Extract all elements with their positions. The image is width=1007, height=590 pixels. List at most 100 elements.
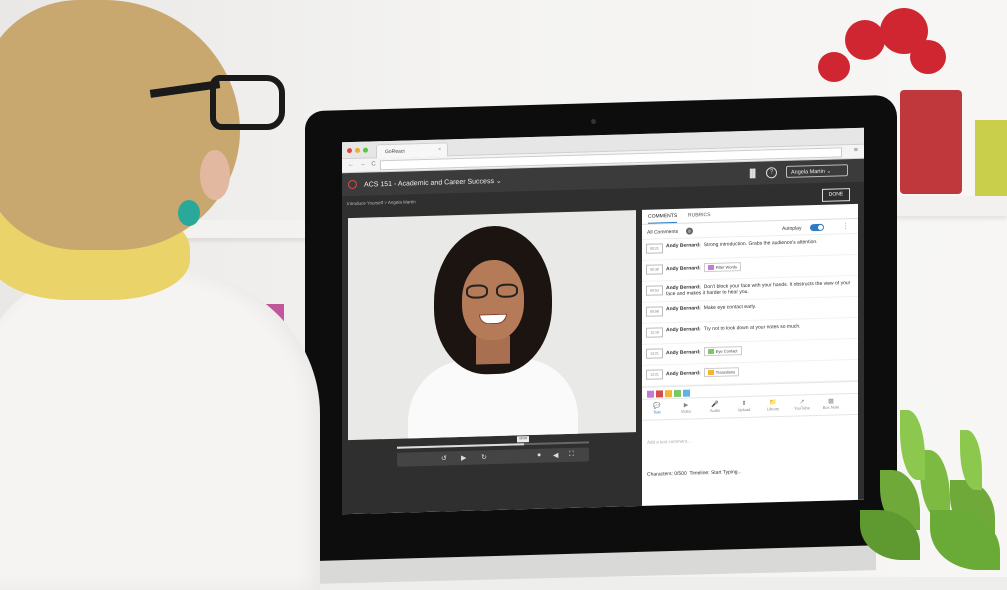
tool-label: YouTube	[794, 405, 810, 411]
window-minimize-dot[interactable]	[355, 147, 360, 153]
tool-video-button[interactable]: ▶ Video	[675, 401, 697, 414]
tab-rubrics[interactable]: RUBRICS	[688, 212, 711, 219]
comment-text: Strong introduction. Grabs the audience'…	[703, 239, 818, 249]
comment-timestamp[interactable]: 00:53	[646, 285, 663, 296]
comment-tool-bar: 💬 Text ▶ Video 🎤 Audio ⬆ Upload 📁 Library ↗ YouTube…	[642, 392, 858, 421]
tool-audio-button[interactable]: 🎤 Audio	[704, 401, 726, 414]
marker-tag-label: Transitions	[715, 369, 736, 375]
woman-white-top	[0, 270, 320, 590]
tool-library-button[interactable]: 📁 Library	[762, 399, 784, 412]
user-menu-button[interactable]: Angela Martin ⌄	[786, 164, 848, 178]
comment-count-badge: 8	[686, 227, 693, 235]
fullscreen-icon[interactable]: ⛶	[569, 451, 574, 459]
red-flower	[845, 20, 885, 60]
help-icon[interactable]: ?	[766, 167, 777, 179]
green-plant	[860, 410, 1007, 577]
timeline-label: Timeline: Start Typing...	[689, 469, 742, 477]
comment-input[interactable]: Add a text comment...	[647, 439, 691, 445]
marker-tag: Filler Words	[703, 262, 741, 273]
close-icon[interactable]: ×	[438, 147, 441, 153]
forward-icon[interactable]: ↻	[481, 453, 487, 461]
webcam-dot	[591, 119, 596, 124]
comment-timestamp[interactable]: 00:58	[646, 306, 663, 317]
right-shelf	[880, 196, 1007, 216]
rewind-icon[interactable]: ↺	[441, 454, 447, 462]
characters-label: Characters: 0/500	[647, 470, 687, 478]
comment-author: Andy Bernard:	[666, 349, 701, 357]
comment-author: Andy Bernard:	[666, 326, 701, 334]
marker-swatch-button[interactable]	[683, 389, 690, 397]
woman-glasses	[210, 75, 285, 130]
comment-text: Try not to look down at your notes so mu…	[703, 323, 801, 333]
tool-youtube-button[interactable]: ↗ YouTube	[791, 398, 813, 411]
breadcrumb[interactable]: Introduce Yourself > Angela Martin	[347, 199, 416, 206]
woman-blonde-hair	[0, 0, 240, 250]
comment-text: Make eye contact early.	[703, 303, 757, 312]
tool-label: Text	[653, 409, 661, 415]
tool-upload-button[interactable]: ⬆ Upload	[733, 400, 755, 413]
user-name: Angela Martin	[791, 168, 825, 176]
red-flower-pot	[900, 90, 962, 194]
play-icon[interactable]: ▶	[461, 454, 466, 462]
library-books-icon[interactable]: ▐▌	[747, 169, 758, 178]
teal-earring	[178, 200, 200, 226]
red-flower	[910, 40, 946, 74]
done-button[interactable]: DONE	[822, 188, 850, 202]
course-selector[interactable]: ACS 151 - Academic and Career Success ⌄	[364, 177, 502, 189]
marker-swatch-button[interactable]	[674, 389, 681, 398]
character-counter: Characters: 0/500 Timeline: Start Typing…	[647, 469, 742, 478]
marker-tag: Transitions	[703, 367, 740, 378]
yellow-pot	[975, 120, 1007, 196]
woman-viewer	[0, 0, 345, 590]
marker-tag-label: Eye Contact	[715, 348, 738, 354]
red-flower	[818, 52, 850, 82]
video-frame[interactable]	[348, 210, 636, 441]
chevron-down-icon: ⌄	[495, 177, 502, 185]
course-title: ACS 151 - Academic and Career Success	[364, 178, 494, 189]
video-person-face	[462, 259, 524, 341]
monitor-screen: GoReact × ← → C ≡ ACS 151 - Academic and…	[342, 127, 864, 515]
tool-label: Box Note	[822, 404, 840, 410]
window-close-dot[interactable]	[347, 148, 352, 154]
nav-buttons[interactable]: ← → C	[348, 161, 378, 168]
marker-swatch-button[interactable]	[665, 390, 672, 398]
hamburger-menu-icon[interactable]: ≡	[854, 147, 858, 154]
marker-color-icon	[707, 349, 714, 355]
more-options-icon[interactable]: ⋮	[842, 222, 849, 230]
app-body: Introduce Yourself > Angela Martin DONE …	[342, 181, 864, 515]
marker-swatch-button[interactable]	[656, 390, 663, 398]
comment-timestamp[interactable]: 13:21	[646, 348, 663, 359]
comment-author: Andy Bernard:	[666, 242, 701, 250]
tool-label: Audio	[709, 407, 721, 414]
progress-fill	[397, 443, 524, 449]
video-player-controls: 00:58 ↺ ▶ ↻ ● ◀ ⛶	[397, 436, 589, 468]
autoplay-label: Autoplay	[782, 225, 802, 233]
comment-timestamp[interactable]: 00:21	[646, 243, 663, 254]
window-zoom-dot[interactable]	[363, 147, 368, 153]
marker-tag-label: Filler Words	[715, 264, 737, 270]
tab-comments[interactable]: COMMENTS	[648, 212, 678, 224]
marker-color-icon	[707, 370, 714, 376]
time-tooltip: 00:58	[517, 436, 529, 443]
autoplay-toggle[interactable]	[810, 223, 824, 232]
chevron-down-icon: ⌄	[826, 168, 832, 175]
comment-list: 00:21 Andy Bernard: Strong introduction. G…	[642, 233, 858, 387]
tool-box-note-button[interactable]: ▦ Box Note	[820, 397, 842, 410]
comment-bubble-icon[interactable]: ●	[537, 452, 541, 459]
woman-ear	[200, 150, 230, 200]
tool-label: Video	[680, 408, 692, 414]
marker-swatch-button[interactable]	[647, 390, 654, 398]
control-bar: ↺ ▶ ↻ ● ◀ ⛶	[397, 447, 589, 467]
marker-tag: Eye Contact	[703, 346, 742, 357]
tool-text-button[interactable]: 💬 Text	[646, 402, 668, 415]
comment-timestamp[interactable]: 00:38	[646, 264, 663, 275]
marker-color-icon	[707, 265, 714, 271]
browser-tab-title: GoReact	[385, 148, 405, 156]
comment-timestamp[interactable]: 13:19	[646, 327, 663, 338]
goreact-logo	[348, 179, 357, 190]
volume-icon[interactable]: ◀	[553, 451, 558, 459]
video-person-glasses	[466, 283, 520, 299]
all-comments-dropdown[interactable]: All Comments	[647, 229, 678, 236]
comment-author: Andy Bernard:	[666, 370, 701, 378]
comment-timestamp[interactable]: 13:21	[646, 369, 663, 380]
